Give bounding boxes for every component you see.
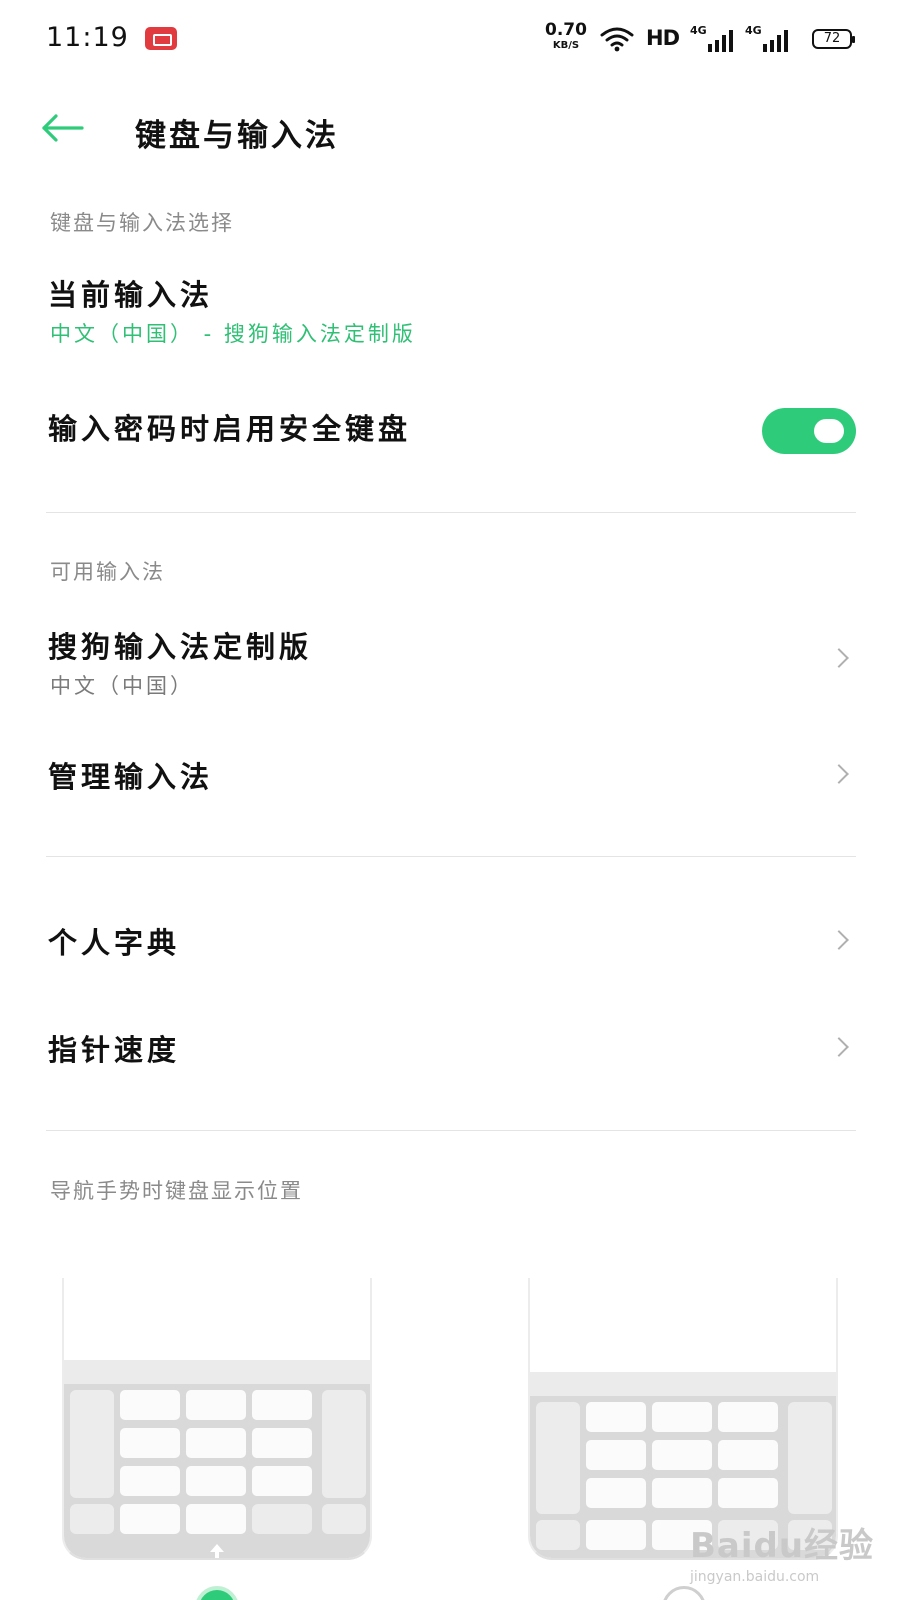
keyboard-preview-key [718,1402,778,1432]
keyboard-preview-key [718,1440,778,1470]
hd-volte-icon: HD [646,26,680,50]
current-ime-title: 当前输入法 [48,278,214,312]
toggle-knob [814,419,844,443]
keyboard-preview-toolbar [530,1372,836,1396]
status-bar: 11:19 0.70 KB/S HD 4G 4G 72 [0,0,900,80]
wifi-icon [600,27,634,52]
personal-dictionary-title: 个人字典 [48,926,181,960]
keyboard-preview-key [70,1390,114,1498]
app-header: 键盘与输入法 [0,90,900,170]
back-arrow-icon[interactable] [40,112,86,144]
sim2-network-type: 4G [745,24,762,37]
keyboard-preview-key [186,1504,246,1534]
radio-option-bottom[interactable] [662,1586,706,1600]
signal-sim1-icon: 4G [690,24,736,52]
secure-keyboard-toggle[interactable] [762,408,856,454]
ime-item-language: 中文（中国） [50,674,194,698]
keyboard-preview-key [120,1390,180,1420]
page-title: 键盘与输入法 [135,118,339,154]
network-speed: 0.70 KB/S [543,22,589,51]
keyboard-preview-key [536,1520,580,1550]
chevron-right-icon [829,648,849,668]
keyboard-preview-key [186,1428,246,1458]
baidu-watermark: Baidu经验 jingyan.baidu.com [690,1518,890,1588]
keyboard-position-option-raised[interactable] [62,1278,372,1560]
keyboard-preview-key [652,1478,712,1508]
status-time: 11:19 [46,22,129,53]
keyboard-preview [64,1384,370,1558]
watermark-site: jingyan.baidu.com [690,1569,820,1585]
section-label-gesture-keyboard: 导航手势时键盘显示位置 [50,1179,303,1203]
network-speed-value: 0.70 [545,20,587,40]
keyboard-preview-key [252,1428,312,1458]
chevron-right-icon [829,764,849,784]
keyboard-preview-key [652,1402,712,1432]
keyboard-preview-key [788,1402,832,1514]
divider [46,512,856,513]
keyboard-preview-key [120,1504,180,1534]
battery-icon: 72 [812,29,855,49]
keyboard-preview-key [718,1478,778,1508]
keyboard-preview-key [586,1478,646,1508]
radio-option-raised[interactable] [195,1586,239,1600]
keyboard-preview-key [536,1402,580,1514]
chevron-right-icon [829,1037,849,1057]
sim1-network-type: 4G [690,24,707,37]
keyboard-preview-key [586,1520,646,1550]
keyboard-preview-toolbar [64,1360,370,1384]
keyboard-preview-key [322,1504,366,1534]
manage-ime-title: 管理输入法 [48,760,214,794]
watermark-brand: Baidu经验 [690,1526,875,1566]
network-speed-unit: KB/S [552,40,580,51]
keyboard-preview-key [586,1440,646,1470]
keyboard-preview-key [252,1466,312,1496]
secure-keyboard-title: 输入密码时启用安全键盘 [48,412,412,446]
pointer-speed-title: 指针速度 [48,1033,181,1067]
ime-item-title: 搜狗输入法定制版 [48,630,313,664]
divider [46,1130,856,1131]
current-ime-value: 中文（中国） - 搜狗输入法定制版 [50,322,416,346]
chevron-right-icon [829,930,849,950]
keyboard-preview-key [70,1504,114,1534]
divider [46,856,856,857]
section-label-ime-selection: 键盘与输入法选择 [50,211,234,235]
keyboard-preview-screen [64,1278,370,1360]
gesture-arrow-up-icon [210,1544,224,1558]
keyboard-preview-key [186,1390,246,1420]
signal-sim2-icon: 4G [745,24,791,52]
keyboard-preview-key [252,1390,312,1420]
keyboard-preview-key [120,1466,180,1496]
keyboard-preview-key [120,1428,180,1458]
keyboard-preview-key [252,1504,312,1534]
section-label-available-ime: 可用输入法 [50,560,165,584]
screen-record-icon [145,27,177,50]
keyboard-preview-key [186,1466,246,1496]
keyboard-preview-key [652,1440,712,1470]
keyboard-preview-key [322,1390,366,1498]
keyboard-preview-key [586,1402,646,1432]
keyboard-preview-screen [530,1278,836,1372]
